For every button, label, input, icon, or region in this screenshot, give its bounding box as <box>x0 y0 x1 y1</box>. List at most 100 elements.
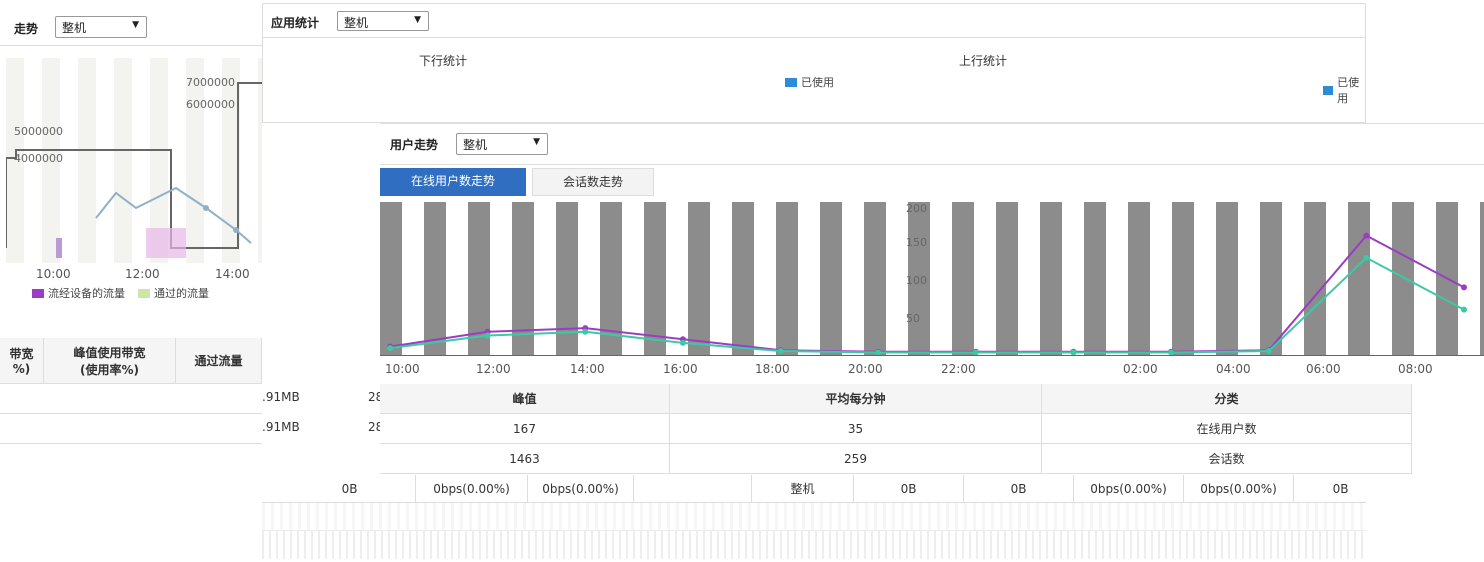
user-series-point <box>1265 348 1272 355</box>
trend-select[interactable]: 整机 ▼ <box>55 16 147 38</box>
user-series-point <box>679 339 686 346</box>
user-series-line-0 <box>389 234 1465 353</box>
trend-xtick: 14:00 <box>215 267 250 281</box>
user-series-line-1 <box>389 256 1465 354</box>
legend-label: 已使用 <box>801 76 834 89</box>
chevron-down-icon: ▼ <box>132 20 139 30</box>
user-series-point <box>777 348 784 355</box>
up-legend-used: 已使用 <box>1323 74 1365 106</box>
user-series-point <box>1461 284 1467 291</box>
user-xtick: 08:00 <box>1398 362 1433 376</box>
trend-bar <box>146 228 186 258</box>
legend-swatch <box>138 288 150 298</box>
table-cell: 0B <box>854 475 964 503</box>
user-trend-select-value: 整机 <box>463 138 488 152</box>
down-legend-used: 已使用 <box>785 74 834 90</box>
chevron-down-icon: ▼ <box>414 15 421 25</box>
user-series-point <box>1363 232 1370 239</box>
table-row: .91MB <box>0 384 262 414</box>
user-series-point <box>484 332 491 339</box>
trend-point <box>233 227 239 233</box>
table-row <box>0 414 262 444</box>
table-header: 平均每分钟 <box>670 384 1042 414</box>
chevron-down-icon: ▼ <box>533 137 540 147</box>
table-header: 分类 <box>1042 384 1412 414</box>
legend-label: 流经设备的流量 <box>48 287 125 300</box>
table-row <box>262 503 1366 531</box>
user-trend-select[interactable]: 整机 ▼ <box>456 133 548 155</box>
tab-sessions[interactable]: 会话数走势 <box>532 168 654 196</box>
trend-xtick: 10:00 <box>36 267 71 281</box>
user-xtick: 22:00 <box>941 362 976 376</box>
trend-legend-item: 流经设备的流量 <box>32 285 125 301</box>
user-ytick: 100 <box>906 274 927 287</box>
up-stats-title: 上行统计 <box>959 54 1008 68</box>
trend-table: 带宽 %) 峰值使用带宽 (使用率%) 通过流量 .91MB <box>0 310 262 452</box>
table-cell: 0bps(0.00%) <box>1184 475 1294 503</box>
legend-swatch <box>785 77 797 87</box>
trend-xtick: 12:00 <box>125 267 160 281</box>
user-trend-panel: 用户走势 整机 ▼ 在线用户数走势 会话数走势 10:00 12:00 14:00 1… <box>380 123 1484 475</box>
user-series-point <box>582 328 589 335</box>
trend-step-line <box>6 82 262 249</box>
user-xtick: 20:00 <box>848 362 883 376</box>
table-cell: 在线用户数 <box>1042 414 1412 444</box>
table-cell: .91MB <box>262 420 300 434</box>
legend-swatch <box>32 288 44 298</box>
user-xtick: 12:00 <box>476 362 511 376</box>
table-header: 带宽 %) <box>0 338 44 384</box>
table-cell: 0B <box>284 475 416 503</box>
table-cell: .91MB <box>262 390 300 404</box>
user-chart-axis <box>380 355 1484 356</box>
user-series-point <box>1363 254 1370 261</box>
trend-panel: 走势 整机 ▼ 7000000 6000000 5000000 4000000 … <box>0 0 262 452</box>
table-cell: 0bps(0.00%) <box>1074 475 1184 503</box>
app-stats-select-value: 整机 <box>344 16 369 30</box>
legend-swatch <box>1323 85 1334 95</box>
table-cell: 167 <box>380 414 670 444</box>
trend-select-value: 整机 <box>62 21 87 35</box>
table-cell: 0bps(0.00%) <box>528 475 634 503</box>
trend-legend-item: 通过的流量 <box>138 285 209 301</box>
table-header: 峰值使用带宽 (使用率%) <box>44 338 176 384</box>
table-header: 通过流量 <box>176 338 262 384</box>
tab-online-users[interactable]: 在线用户数走势 <box>380 168 526 196</box>
divider <box>263 37 1365 38</box>
table-cell: 会话数 <box>1042 444 1412 474</box>
user-ytick: 50 <box>906 312 920 325</box>
table-cell: 1463 <box>380 444 670 474</box>
trend-line-chart <box>6 82 262 258</box>
table-cell <box>634 475 752 503</box>
user-series-point <box>387 345 393 352</box>
table-header: 峰值 <box>380 384 670 414</box>
user-trend-title: 用户走势 <box>390 138 439 152</box>
user-xtick: 02:00 <box>1123 362 1158 376</box>
user-xtick: 16:00 <box>663 362 698 376</box>
table-cell: 0bps(0.00%) <box>416 475 528 503</box>
user-xtick: 14:00 <box>570 362 605 376</box>
table-cell: 35 <box>670 414 1042 444</box>
table-cell: 0B <box>1294 475 1366 503</box>
table-row: 0B 0bps(0.00%) 0bps(0.00%) 整机 0B 0B 0bps(0.00%… <box>262 475 1366 503</box>
bottom-table: 0B 0bps(0.00%) 0bps(0.00%) 整机 0B 0B 0bps(0.00%… <box>262 475 1366 562</box>
table-cell: 整机 <box>752 475 854 503</box>
trend-title: 走势 <box>14 22 39 36</box>
user-xtick: 10:00 <box>385 362 420 376</box>
table-cell: 0B <box>964 475 1074 503</box>
legend-label: 通过的流量 <box>154 287 209 300</box>
legend-label: 已使用 <box>1337 76 1360 105</box>
user-xtick: 04:00 <box>1216 362 1251 376</box>
user-series-point <box>1461 306 1467 313</box>
user-line-chart <box>387 232 1467 356</box>
user-stats-table: 峰值 平均每分钟 分类 167 35 在线用户数 1463 259 会话数 <box>380 384 1484 475</box>
down-stats-title: 下行统计 <box>419 54 468 68</box>
app-stats-select[interactable]: 整机 ▼ <box>337 11 429 31</box>
user-ytick: 200 <box>906 202 927 215</box>
trend-point <box>203 205 209 211</box>
trend-bar <box>56 238 62 258</box>
user-xtick: 06:00 <box>1306 362 1341 376</box>
app-stats-title: 应用统计 <box>271 16 320 30</box>
table-cell: 259 <box>670 444 1042 474</box>
user-xtick: 18:00 <box>755 362 790 376</box>
app-stats-panel: 应用统计 整机 ▼ 下行统计 上行统计 已使用 已使用 <box>262 3 1366 123</box>
